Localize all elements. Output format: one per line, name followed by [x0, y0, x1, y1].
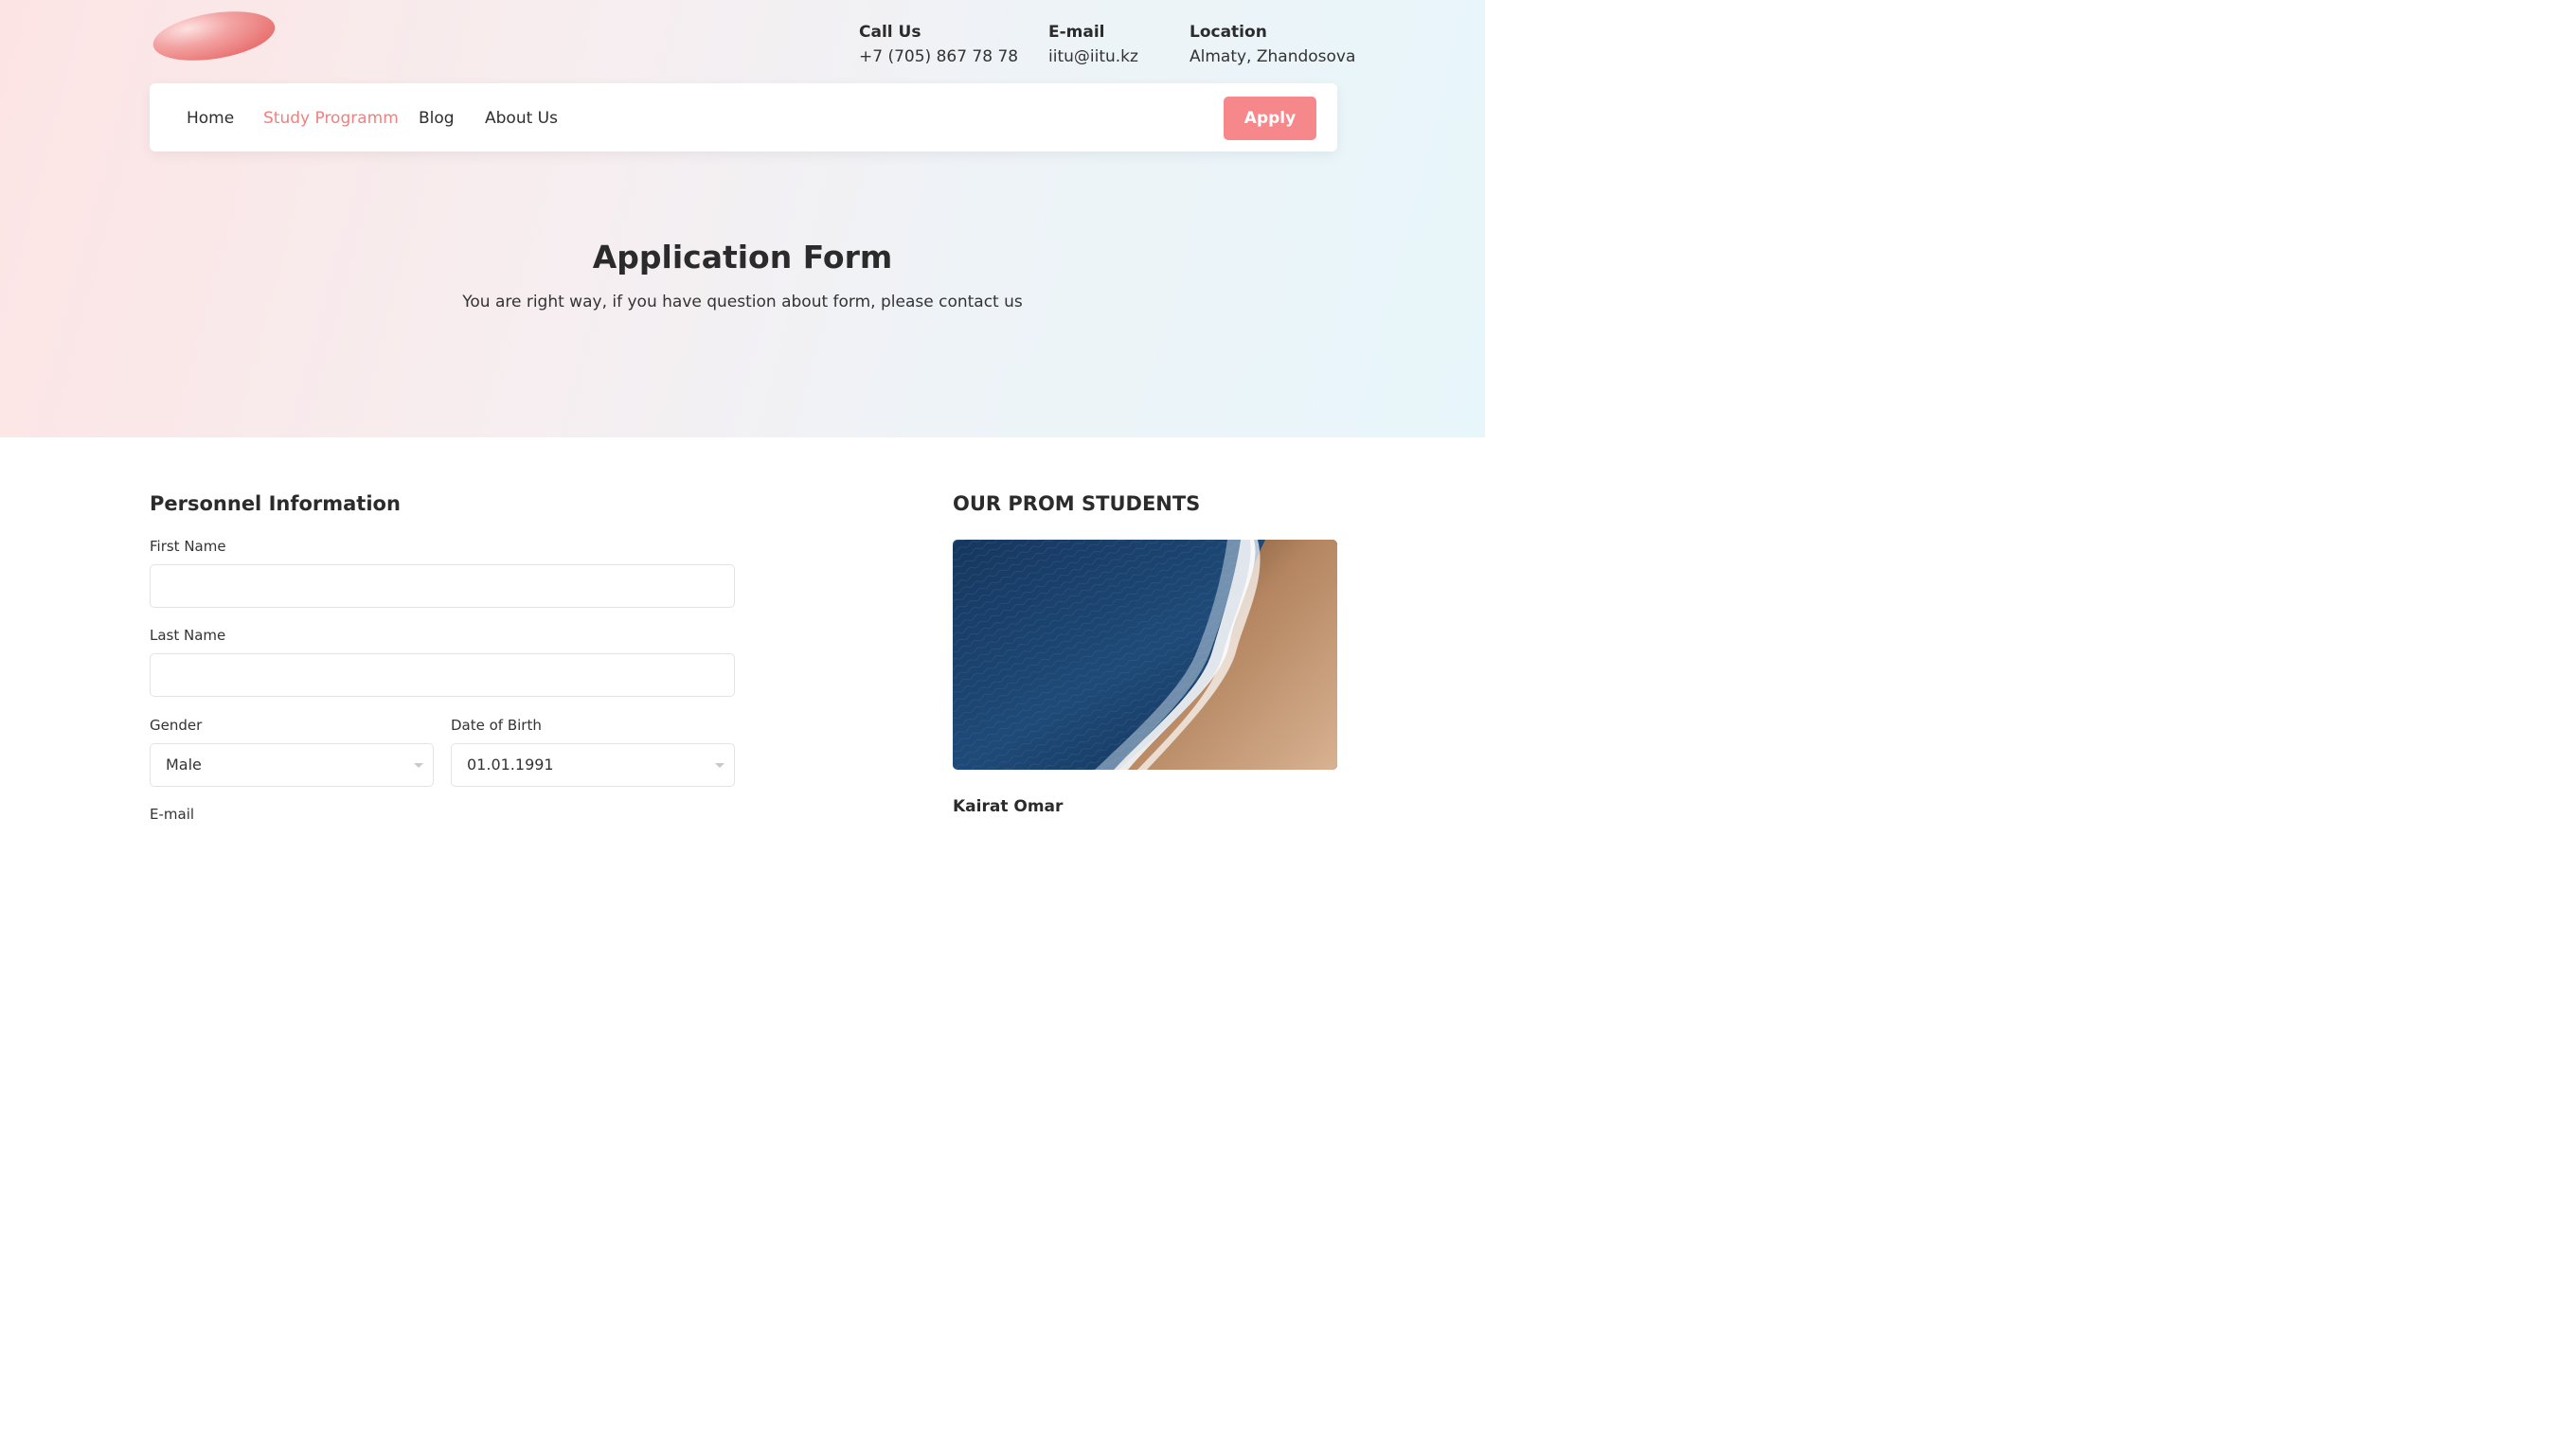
contact-phone-label: Call Us: [859, 23, 921, 42]
nav-item-about-us[interactable]: About Us: [485, 108, 558, 129]
contact-phone-value: +7 (705) 867 78 78: [859, 47, 1019, 66]
nav-item-blog[interactable]: Blog: [419, 108, 455, 129]
gender-select-value: Male: [166, 756, 202, 774]
nav-item-study-programm[interactable]: Study Programm: [263, 108, 399, 129]
gender-select[interactable]: Male: [150, 743, 434, 787]
page-subtitle: You are right way, if you have question …: [462, 293, 1023, 311]
gender-label: Gender: [150, 717, 203, 734]
contact-email-label: E-mail: [1048, 23, 1105, 42]
chevron-down-icon: [414, 763, 423, 768]
main-navbar: Home Study Programm Blog About Us Apply: [150, 83, 1337, 151]
date-of-birth-select[interactable]: 01.01.1991: [451, 743, 735, 787]
chevron-down-icon: [715, 763, 724, 768]
date-of-birth-label: Date of Birth: [451, 717, 542, 734]
contact-phone: Call Us +7 (705) 867 78 78: [859, 21, 1018, 68]
last-name-label: Last Name: [150, 627, 226, 644]
personnel-information-heading: Personnel Information: [150, 492, 401, 515]
contact-location: Location Almaty, Zhandosova: [1190, 21, 1355, 68]
contact-location-label: Location: [1190, 23, 1267, 42]
nav-item-home[interactable]: Home: [187, 108, 234, 129]
apply-button[interactable]: Apply: [1224, 97, 1316, 140]
contact-location-value: Almaty, Zhandosova: [1190, 47, 1356, 66]
contact-email: E-mail iitu@iitu.kz: [1048, 21, 1138, 68]
date-of-birth-value: 01.01.1991: [467, 756, 554, 774]
last-name-field[interactable]: [150, 653, 735, 697]
contact-email-value: iitu@iitu.kz: [1048, 47, 1138, 66]
first-name-field[interactable]: [150, 564, 735, 608]
email-label: E-mail: [150, 806, 195, 823]
first-name-label: First Name: [150, 538, 226, 555]
prom-students-heading: OUR PROM STUDENTS: [953, 492, 1201, 515]
page-title: Application Form: [592, 239, 893, 276]
student-name: Kairat Omar: [953, 797, 1064, 816]
student-photo: [953, 540, 1337, 770]
